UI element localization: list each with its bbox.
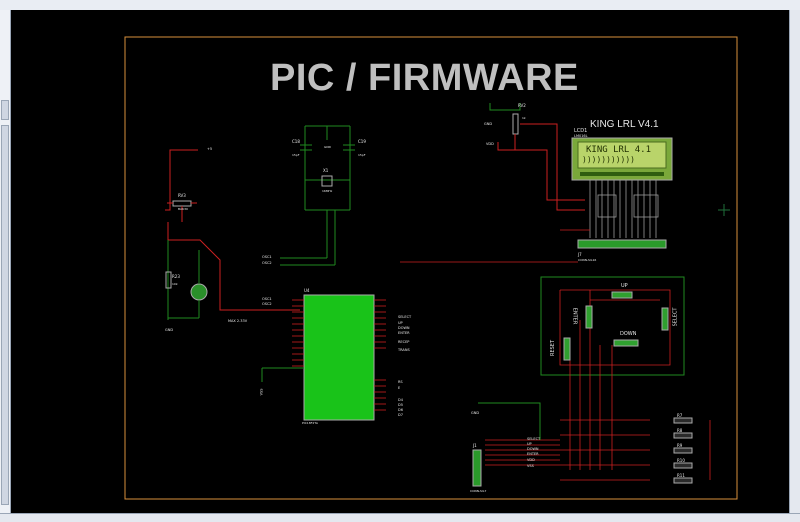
lcd-data-lines: [400, 229, 590, 263]
j1-connector: [472, 449, 482, 487]
u4-e-net: E: [398, 386, 401, 390]
j1-vdd-net: VDD: [527, 458, 535, 462]
oscillator-circuit: [280, 125, 355, 266]
j1-up-net: UP: [527, 442, 532, 446]
rv2-label: RV2: [518, 103, 526, 108]
u4-osc2-label: OSC2: [262, 302, 272, 306]
u4-enter-net: ENTER: [398, 331, 410, 335]
sheet-border: [124, 36, 738, 500]
vcc-label: +5: [207, 147, 213, 151]
u4-d6-net: D6: [398, 408, 403, 412]
rv2-gnd-label: GND: [484, 122, 493, 126]
c19-value: 15pF: [358, 153, 366, 157]
j1-gnd-label: GND: [471, 411, 480, 415]
rv3-label: RV3: [178, 193, 186, 198]
c19-label: C19: [358, 139, 366, 144]
j1-part: CONN-SIL7: [470, 489, 487, 493]
j1-select-net: SELECT: [527, 437, 541, 441]
lcd-model: LM016L: [574, 134, 588, 138]
u4-label: U4: [304, 288, 310, 293]
contrast-pot-circuit: [489, 103, 585, 211]
net-osc1-label: OSC1: [262, 255, 272, 259]
rv2-vdd-label: VDD: [486, 142, 494, 146]
rv2-value: 1k: [522, 116, 526, 120]
u4-trans-net: TRANS: [398, 348, 410, 352]
lcd-line-1: KING LRL 4.1: [586, 145, 652, 155]
lcd-line-2: ))))))))))): [582, 155, 635, 164]
j7-part: CONN-SIL16: [578, 258, 597, 262]
c18-label: C18: [292, 139, 300, 144]
osc-gnd-label: GND: [324, 145, 331, 149]
r8-label: R8: [677, 428, 683, 433]
sensor-circuit: [165, 149, 300, 320]
u4-vss-label: VSS: [259, 388, 264, 396]
button-reset-label[interactable]: RESET: [550, 340, 556, 356]
j1-vss-net: VSS: [527, 464, 534, 468]
lcd-caption: KING LRL V4.1: [590, 119, 659, 130]
u4-part: PIC18F2TA: [302, 421, 318, 425]
lcd-pin-wires: [589, 180, 659, 238]
j7-label: J7: [578, 252, 582, 257]
sheet-title: PIC / FIRMWARE: [270, 57, 579, 99]
button-down-label[interactable]: DOWN: [620, 331, 636, 337]
r23-label: R23: [172, 274, 180, 279]
u4-d7-net: D7: [398, 413, 403, 417]
button-up-label[interactable]: UP: [621, 283, 628, 289]
sensor-gnd-label: GND: [165, 328, 174, 332]
button-enter-label[interactable]: ENTER: [571, 308, 577, 325]
x1-label: X1: [323, 168, 329, 173]
u4-up-net: UP: [398, 321, 403, 325]
origin-marker: [718, 204, 730, 216]
j1-down-net: DOWN: [527, 447, 539, 451]
r9-label: R9: [677, 443, 683, 448]
u4-chip: [303, 294, 375, 421]
u4-right-pins: [374, 299, 386, 411]
u4-down-net: DOWN: [398, 326, 410, 330]
button-select-label[interactable]: SELECT: [672, 308, 678, 327]
r23-value: 10k: [172, 282, 178, 286]
u4-d5-net: D5: [398, 403, 403, 407]
gnd-wire: [478, 402, 541, 440]
j7-connector: [577, 239, 667, 249]
x1-value: 16MHz: [322, 189, 333, 193]
net-osc2-label: OSC2: [262, 261, 272, 265]
c18-value: 15pF: [292, 153, 300, 157]
r11-label: R11: [677, 473, 685, 478]
u4-power: [261, 367, 304, 382]
u4-rs-net: RS: [398, 380, 403, 384]
u4-osc1-label: OSC1: [262, 297, 272, 301]
max-voltage-label: MAX 2.33V: [228, 319, 248, 323]
r10-label: R10: [677, 458, 685, 463]
r7-label: R7: [677, 413, 683, 418]
u4-recep-net: RECEP: [398, 340, 410, 344]
u4-d4-net: D4: [398, 398, 403, 402]
u4-select-net: SELECT: [398, 315, 412, 319]
rv3-value: BAK30: [178, 207, 188, 211]
j1-enter-net: ENTER: [527, 452, 539, 456]
j1-label: J1: [473, 443, 477, 448]
